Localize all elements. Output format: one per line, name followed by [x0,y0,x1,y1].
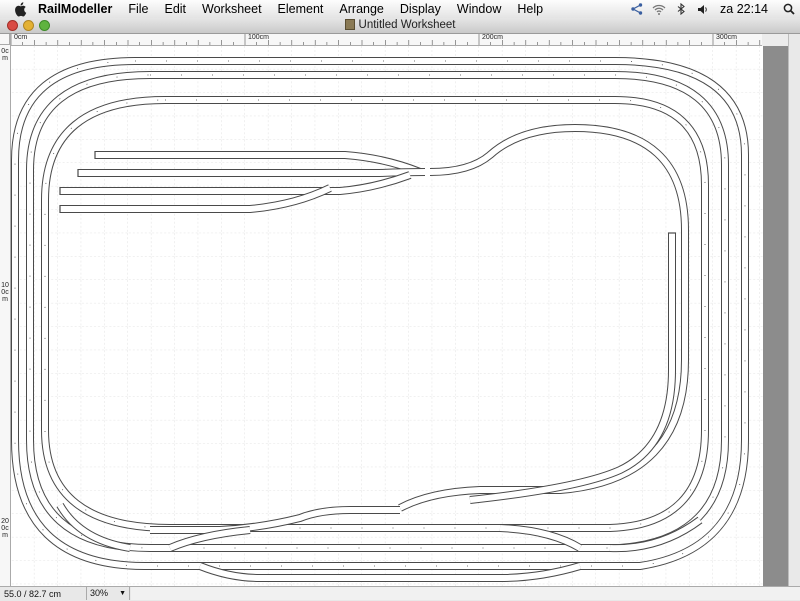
vertical-scrollbar[interactable] [788,34,800,586]
window-title-text: Untitled Worksheet [358,19,456,31]
ruler-corner [0,34,10,45]
worksheet-canvas[interactable] [11,46,763,586]
spotlight-icon[interactable] [778,0,800,18]
menu-clock[interactable]: za 22:14 [714,2,778,16]
menu-file[interactable]: File [120,1,156,17]
horizontal-scrollbar[interactable] [131,587,800,600]
menu-window[interactable]: Window [449,1,509,17]
menu-display[interactable]: Display [392,1,449,17]
chevron-down-icon: ▼ [119,590,126,597]
track-plan[interactable] [11,46,763,586]
vertical-ruler: 0cm 100cm 200cm [0,34,11,586]
zoom-select[interactable]: 30% ▼ [86,587,130,600]
ruler-label-200cm: 200cm [482,34,504,41]
menu-arrange[interactable]: Arrange [331,1,391,17]
vruler-label-0cm: 0cm [1,48,9,62]
ruler-label-0cm: 0cm [14,34,28,41]
document-icon [344,19,355,30]
wifi-icon[interactable] [648,0,670,18]
zoom-value: 30% [90,588,109,598]
ruler-label-300cm: 300cm [716,34,738,41]
status-bar: 55.0 / 82.7 cm 30% ▼ [0,586,800,601]
vruler-label-200cm: 200cm [1,518,9,539]
horizontal-ruler: 0cm 100cm 200cm 300cm [10,34,762,46]
cursor-coordinates: 55.0 / 82.7 cm [4,589,62,599]
menu-bar: RailModeller File Edit Worksheet Element… [0,0,800,19]
window-title-bar: Untitled Worksheet [0,18,800,34]
grid [11,46,763,586]
apple-menu-icon[interactable] [14,1,28,17]
horizontal-ruler-ticks [10,34,761,45]
menu-help[interactable]: Help [509,1,551,17]
menu-app-name[interactable]: RailModeller [30,1,120,17]
window-title: Untitled Worksheet [0,18,800,33]
bluetooth-icon[interactable] [670,0,692,18]
vruler-label-100cm: 100cm [1,282,9,303]
menu-edit[interactable]: Edit [156,1,194,17]
volume-icon[interactable] [692,0,714,18]
ruler-label-100cm: 100cm [248,34,270,41]
menu-element[interactable]: Element [270,1,332,17]
network-icon[interactable] [626,0,648,18]
menu-worksheet[interactable]: Worksheet [194,1,270,17]
